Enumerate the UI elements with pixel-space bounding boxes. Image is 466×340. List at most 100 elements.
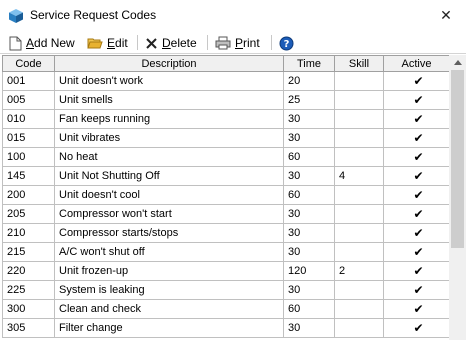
- description-cell[interactable]: Compressor won't start: [54, 204, 284, 224]
- description-cell[interactable]: Unit doesn't cool: [54, 185, 284, 205]
- active-checkbox[interactable]: ✔: [383, 147, 450, 167]
- active-checkbox[interactable]: ✔: [383, 185, 450, 205]
- skill-cell[interactable]: [334, 128, 384, 148]
- description-cell[interactable]: A/C won't shut off: [54, 242, 284, 262]
- code-cell[interactable]: 225: [2, 280, 55, 300]
- table-row[interactable]: 300 Clean and check 60 ✔: [2, 299, 450, 319]
- table-row[interactable]: 015 Unit vibrates 30 ✔: [2, 128, 450, 148]
- time-cell[interactable]: 30: [283, 128, 335, 148]
- skill-cell[interactable]: [334, 71, 384, 91]
- active-checkbox[interactable]: ✔: [383, 128, 450, 148]
- column-header-active[interactable]: Active: [383, 55, 450, 72]
- code-cell[interactable]: 005: [2, 90, 55, 110]
- skill-cell[interactable]: [334, 147, 384, 167]
- description-cell[interactable]: Unit Not Shutting Off: [54, 166, 284, 186]
- column-header-description[interactable]: Description: [54, 55, 284, 72]
- time-cell[interactable]: 30: [283, 318, 335, 338]
- edit-button[interactable]: Edit: [87, 34, 128, 52]
- time-cell[interactable]: 60: [283, 299, 335, 319]
- column-header-skill[interactable]: Skill: [334, 55, 384, 72]
- vertical-scrollbar[interactable]: [449, 55, 466, 340]
- table-row[interactable]: 220 Unit frozen-up 120 2 ✔: [2, 261, 450, 281]
- skill-cell[interactable]: [334, 318, 384, 338]
- active-checkbox[interactable]: ✔: [383, 280, 450, 300]
- table-row[interactable]: 215 A/C won't shut off 30 ✔: [2, 242, 450, 262]
- close-button[interactable]: ✕: [434, 4, 458, 26]
- skill-cell[interactable]: [334, 185, 384, 205]
- table-row[interactable]: 100 No heat 60 ✔: [2, 147, 450, 167]
- code-cell[interactable]: 010: [2, 109, 55, 129]
- add-new-button[interactable]: Add New: [9, 34, 75, 52]
- code-cell[interactable]: 200: [2, 185, 55, 205]
- description-cell[interactable]: System is leaking: [54, 280, 284, 300]
- skill-cell[interactable]: [334, 109, 384, 129]
- active-checkbox[interactable]: ✔: [383, 242, 450, 262]
- delete-button[interactable]: Delete: [145, 34, 197, 52]
- description-cell[interactable]: Unit doesn't work: [54, 71, 284, 91]
- table-row[interactable]: 145 Unit Not Shutting Off 30 4 ✔: [2, 166, 450, 186]
- description-cell[interactable]: Unit smells: [54, 90, 284, 110]
- time-cell[interactable]: 25: [283, 90, 335, 110]
- active-checkbox[interactable]: ✔: [383, 90, 450, 110]
- description-cell[interactable]: Fan keeps running: [54, 109, 284, 129]
- code-cell[interactable]: 210: [2, 223, 55, 243]
- table-row[interactable]: 305 Filter change 30 ✔: [2, 318, 450, 338]
- description-cell[interactable]: Unit frozen-up: [54, 261, 284, 281]
- active-checkbox[interactable]: ✔: [383, 261, 450, 281]
- skill-cell[interactable]: [334, 204, 384, 224]
- printer-icon: [215, 36, 231, 50]
- code-cell[interactable]: 215: [2, 242, 55, 262]
- code-cell[interactable]: 100: [2, 147, 55, 167]
- scroll-up-button[interactable]: [449, 55, 466, 69]
- skill-cell[interactable]: [334, 90, 384, 110]
- time-cell[interactable]: 30: [283, 166, 335, 186]
- print-button[interactable]: Print: [215, 34, 260, 52]
- active-checkbox[interactable]: ✔: [383, 223, 450, 243]
- description-cell[interactable]: Filter change: [54, 318, 284, 338]
- time-cell[interactable]: 30: [283, 204, 335, 224]
- table-row[interactable]: 200 Unit doesn't cool 60 ✔: [2, 185, 450, 205]
- code-cell[interactable]: 001: [2, 71, 55, 91]
- description-cell[interactable]: No heat: [54, 147, 284, 167]
- scroll-thumb[interactable]: [451, 70, 464, 248]
- column-header-code[interactable]: Code: [2, 55, 55, 72]
- code-cell[interactable]: 145: [2, 166, 55, 186]
- time-cell[interactable]: 30: [283, 242, 335, 262]
- time-cell[interactable]: 20: [283, 71, 335, 91]
- description-cell[interactable]: Compressor starts/stops: [54, 223, 284, 243]
- active-checkbox[interactable]: ✔: [383, 71, 450, 91]
- skill-cell[interactable]: 2: [334, 261, 384, 281]
- table-row[interactable]: 001 Unit doesn't work 20 ✔: [2, 71, 450, 91]
- skill-cell[interactable]: [334, 280, 384, 300]
- skill-cell[interactable]: 4: [334, 166, 384, 186]
- active-checkbox[interactable]: ✔: [383, 109, 450, 129]
- active-checkbox[interactable]: ✔: [383, 299, 450, 319]
- help-button[interactable]: ?: [279, 34, 294, 52]
- code-cell[interactable]: 205: [2, 204, 55, 224]
- description-cell[interactable]: Unit vibrates: [54, 128, 284, 148]
- time-cell[interactable]: 120: [283, 261, 335, 281]
- table-row[interactable]: 210 Compressor starts/stops 30 ✔: [2, 223, 450, 243]
- time-cell[interactable]: 30: [283, 280, 335, 300]
- skill-cell[interactable]: [334, 223, 384, 243]
- time-cell[interactable]: 60: [283, 147, 335, 167]
- time-cell[interactable]: 30: [283, 223, 335, 243]
- skill-cell[interactable]: [334, 242, 384, 262]
- header-row: Code Description Time Skill Active: [2, 55, 450, 72]
- code-cell[interactable]: 305: [2, 318, 55, 338]
- active-checkbox[interactable]: ✔: [383, 166, 450, 186]
- skill-cell[interactable]: [334, 299, 384, 319]
- code-cell[interactable]: 220: [2, 261, 55, 281]
- table-row[interactable]: 005 Unit smells 25 ✔: [2, 90, 450, 110]
- column-header-time[interactable]: Time: [283, 55, 335, 72]
- code-cell[interactable]: 015: [2, 128, 55, 148]
- table-row[interactable]: 205 Compressor won't start 30 ✔: [2, 204, 450, 224]
- time-cell[interactable]: 60: [283, 185, 335, 205]
- description-cell[interactable]: Clean and check: [54, 299, 284, 319]
- time-cell[interactable]: 30: [283, 109, 335, 129]
- table-row[interactable]: 010 Fan keeps running 30 ✔: [2, 109, 450, 129]
- active-checkbox[interactable]: ✔: [383, 318, 450, 338]
- active-checkbox[interactable]: ✔: [383, 204, 450, 224]
- code-cell[interactable]: 300: [2, 299, 55, 319]
- table-row[interactable]: 225 System is leaking 30 ✔: [2, 280, 450, 300]
